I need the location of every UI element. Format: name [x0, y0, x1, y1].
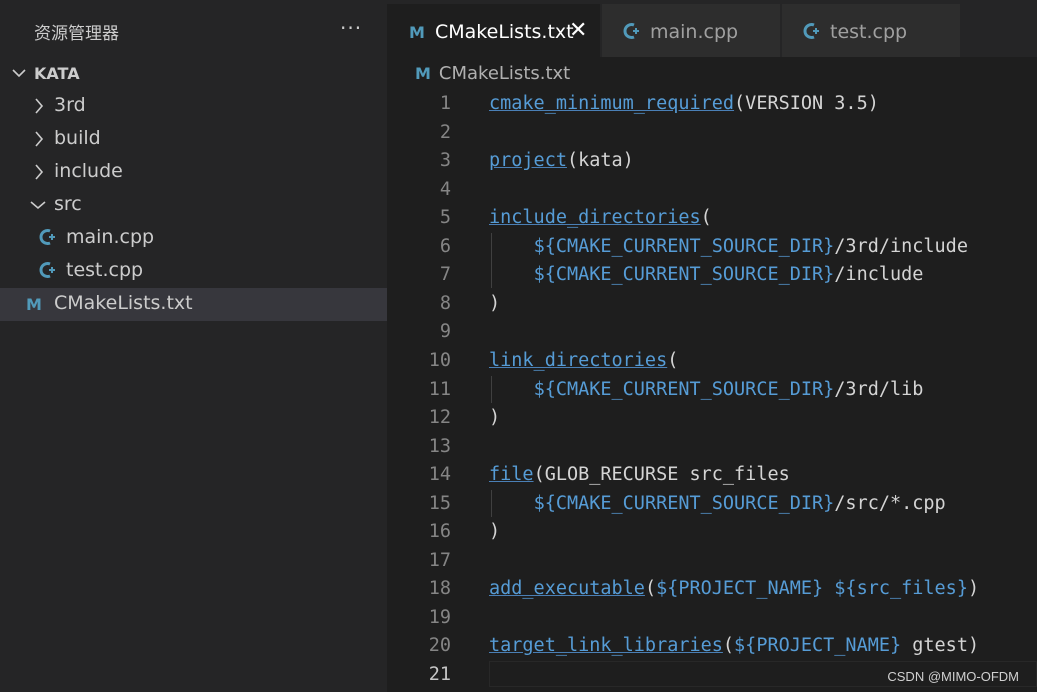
- tab-test-cpp[interactable]: test.cpp: [782, 4, 960, 57]
- line-number: 16: [428, 521, 451, 543]
- code-text: target_link_libraries(${PROJECT_NAME} gt…: [489, 635, 980, 657]
- line-number: 19: [428, 606, 451, 628]
- code-line[interactable]: 4: [387, 176, 1037, 204]
- code-line[interactable]: 16): [387, 518, 1037, 546]
- code-line[interactable]: 11 ${CMAKE_CURRENT_SOURCE_DIR}/3rd/lib: [387, 376, 1037, 404]
- tree-item-label: test.cpp: [66, 259, 144, 281]
- tree-item-label: build: [54, 127, 101, 149]
- code-text: ): [489, 407, 501, 429]
- tree-item-label: main.cpp: [66, 226, 155, 248]
- line-number: 8: [439, 292, 451, 314]
- code-text: link_directories(: [489, 349, 679, 371]
- tree-item-main-cpp[interactable]: main.cpp: [0, 222, 387, 255]
- code-text: file(GLOB_RECURSE src_files: [489, 464, 790, 486]
- tab-label: test.cpp: [830, 21, 908, 43]
- line-number: 15: [428, 492, 451, 514]
- code-line[interactable]: 19: [387, 604, 1037, 632]
- code-text: cmake_minimum_required(VERSION 3.5): [489, 93, 879, 114]
- code-line[interactable]: 3 project(kata): [387, 147, 1037, 175]
- line-number: 7: [439, 264, 451, 286]
- line-number: 14: [428, 464, 451, 486]
- explorer-sidebar: 资源管理器 ··· KATA 3rd build include src mai…: [0, 0, 387, 692]
- tab-label: CMakeLists.txt: [435, 21, 574, 43]
- code-line[interactable]: 5 include_directories(: [387, 204, 1037, 232]
- explorer-title: 资源管理器: [34, 24, 119, 44]
- code-text: add_executable(${PROJECT_NAME} ${src_fil…: [489, 578, 980, 600]
- code-text: project(kata): [489, 150, 634, 172]
- tab-label: main.cpp: [650, 21, 739, 43]
- chevron-down-icon: [30, 201, 46, 210]
- watermark: CSDN @MIMO-OFDM: [885, 669, 1021, 684]
- more-actions-icon[interactable]: ···: [340, 16, 362, 40]
- line-number: 21: [428, 664, 451, 685]
- line-number: 11: [428, 378, 451, 400]
- line-number: 4: [439, 178, 451, 200]
- cpp-file-icon: [39, 262, 55, 278]
- line-number: 5: [439, 207, 451, 229]
- chevron-right-icon: [35, 131, 44, 147]
- code-line[interactable]: 9: [387, 318, 1037, 346]
- cpp-file-icon: [803, 23, 819, 39]
- tree-root-label: KATA: [34, 64, 80, 83]
- line-number: 6: [439, 235, 451, 257]
- tree-item-build[interactable]: build: [0, 123, 387, 156]
- line-number: 2: [439, 121, 451, 143]
- code-text: ): [489, 521, 501, 543]
- tree-item-label: 3rd: [54, 94, 86, 116]
- tree-item-3rd[interactable]: 3rd: [0, 90, 387, 123]
- code-line[interactable]: 14 file(GLOB_RECURSE src_files: [387, 461, 1037, 489]
- line-number: 10: [428, 349, 451, 371]
- tree-item-label: src: [54, 193, 82, 215]
- editor-tabs: M CMakeLists.txt ✕ main.cpp test.cpp: [387, 0, 1037, 57]
- code-line[interactable]: 12): [387, 404, 1037, 432]
- code-line[interactable]: 18 add_executable(${PROJECT_NAME} ${src_f…: [387, 575, 1037, 603]
- cpp-file-icon: [39, 229, 55, 245]
- tree-item-include[interactable]: include: [0, 156, 387, 189]
- code-line[interactable]: 1 cmake_minimum_required(VERSION 3.5): [387, 90, 1037, 118]
- line-number: 3: [439, 150, 451, 172]
- line-number: 1: [439, 93, 451, 114]
- cmake-file-icon: M: [26, 295, 42, 314]
- line-number: 18: [428, 578, 451, 600]
- code-line[interactable]: 20 target_link_libraries(${PROJECT_NAME} …: [387, 632, 1037, 660]
- code-line[interactable]: 10 link_directories(: [387, 347, 1037, 375]
- code-line[interactable]: 6 ${CMAKE_CURRENT_SOURCE_DIR}/3rd/includ…: [387, 233, 1037, 261]
- code-text: ${CMAKE_CURRENT_SOURCE_DIR}/3rd/include: [533, 235, 968, 257]
- cpp-file-icon: [623, 23, 639, 39]
- chevron-right-icon: [35, 164, 44, 180]
- line-number: 13: [428, 435, 451, 457]
- cmake-file-icon: M: [409, 23, 425, 42]
- line-number: 20: [428, 635, 451, 657]
- breadcrumb[interactable]: M CMakeLists.txt: [415, 63, 570, 84]
- breadcrumb-file: CMakeLists.txt: [438, 63, 571, 84]
- code-line[interactable]: 2: [387, 119, 1037, 147]
- code-line[interactable]: 15 ${CMAKE_CURRENT_SOURCE_DIR}/src/*.cpp: [387, 490, 1037, 518]
- tree-item-label: include: [54, 160, 123, 182]
- chevron-right-icon: [35, 98, 44, 114]
- code-text: ${CMAKE_CURRENT_SOURCE_DIR}/3rd/lib: [533, 378, 924, 400]
- tree-root-kata[interactable]: KATA: [0, 57, 387, 90]
- tab-main-cpp[interactable]: main.cpp: [602, 4, 780, 57]
- tree-item-test-cpp[interactable]: test.cpp: [0, 255, 387, 288]
- editor-area: M CMakeLists.txt ✕ main.cpp test.cpp M CM…: [387, 0, 1037, 692]
- line-number: 9: [439, 321, 451, 343]
- tree-item-src[interactable]: src: [0, 189, 387, 222]
- tree-item-cmakelists[interactable]: M CMakeLists.txt: [0, 288, 387, 321]
- code-text: ): [489, 292, 501, 314]
- chevron-down-icon: [12, 69, 26, 78]
- code-text: include_directories(: [489, 207, 712, 229]
- tree-item-label: CMakeLists.txt: [54, 292, 193, 314]
- line-number: 12: [428, 407, 451, 429]
- code-line[interactable]: 13: [387, 433, 1037, 461]
- code-text: ${CMAKE_CURRENT_SOURCE_DIR}/include: [533, 264, 924, 286]
- code-line[interactable]: 17: [387, 547, 1037, 575]
- close-icon[interactable]: ✕: [569, 18, 587, 43]
- cmake-file-icon: M: [415, 64, 431, 83]
- tab-cmakelists[interactable]: M CMakeLists.txt ✕: [387, 4, 600, 57]
- code-text: ${CMAKE_CURRENT_SOURCE_DIR}/src/*.cpp: [533, 492, 946, 514]
- code-line[interactable]: 7 ${CMAKE_CURRENT_SOURCE_DIR}/include: [387, 261, 1037, 289]
- line-number: 17: [428, 549, 451, 571]
- code-line[interactable]: 8): [387, 290, 1037, 318]
